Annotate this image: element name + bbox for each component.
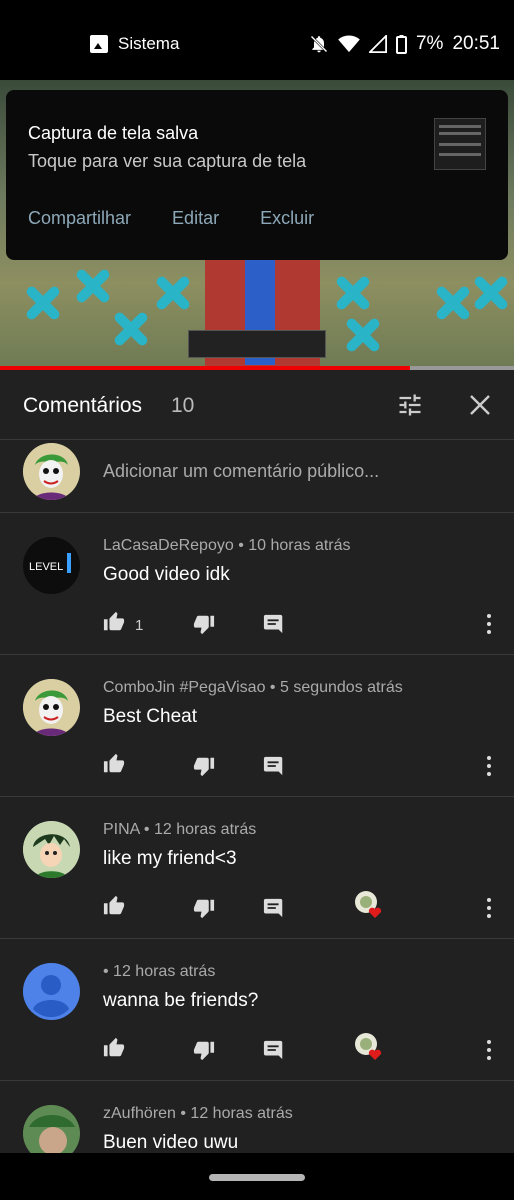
reply-icon[interactable] xyxy=(263,613,285,635)
creator-heart-icon xyxy=(355,891,382,918)
battery-percent: 7% xyxy=(415,33,444,54)
add-comment-row[interactable]: Adicionar um comentário público... xyxy=(0,440,514,513)
more-options-icon[interactable] xyxy=(479,613,499,635)
comments-header: Comentários 10 xyxy=(0,370,514,440)
comment-meta: • 12 horas atrás xyxy=(103,963,216,980)
comment-text: Good video idk xyxy=(103,564,230,585)
svg-text:LEVEL: LEVEL xyxy=(29,561,63,573)
avatar[interactable]: LEVEL xyxy=(23,537,80,594)
notification-subtitle: Toque para ver sua captura de tela xyxy=(28,151,307,171)
comment-meta: LaCasaDeRepoyo • 10 horas atrás xyxy=(103,537,351,554)
bell-off-icon xyxy=(310,35,328,53)
comment-meta: PINA • 12 horas atrás xyxy=(103,821,257,838)
more-options-icon[interactable] xyxy=(479,897,499,919)
thumbs-up-icon[interactable] xyxy=(103,895,125,917)
more-options-icon[interactable] xyxy=(479,755,499,777)
navigation-bar xyxy=(0,1153,514,1200)
more-options-icon[interactable] xyxy=(479,1039,499,1061)
share-button[interactable]: Compartilhar xyxy=(28,208,131,229)
reply-icon[interactable] xyxy=(263,1039,285,1061)
comment-actions xyxy=(103,1033,503,1065)
game-tile xyxy=(20,280,66,326)
reply-icon[interactable] xyxy=(263,755,285,777)
avatar[interactable] xyxy=(23,679,80,736)
delete-button[interactable]: Excluir xyxy=(260,208,314,229)
comment-item: LEVEL LaCasaDeRepoyo • 10 horas atrás Go… xyxy=(0,513,514,655)
thumbs-down-icon[interactable] xyxy=(193,755,215,777)
comments-title: Comentários xyxy=(23,394,143,417)
comment-text: Buen video uwu xyxy=(103,1132,239,1153)
status-left: Sistema xyxy=(90,34,179,54)
screenshot-thumbnail[interactable] xyxy=(434,118,486,170)
thumbs-up-icon[interactable] xyxy=(103,753,125,775)
status-right: 7% 20:51 xyxy=(309,33,500,55)
comment-item: • 12 horas atrás wanna be friends? xyxy=(0,939,514,1081)
comment-text: like my friend<3 xyxy=(103,848,237,869)
creator-heart-icon xyxy=(355,1033,382,1060)
game-tile xyxy=(108,306,154,352)
comment-actions: 1 xyxy=(103,611,503,639)
wifi-icon xyxy=(338,35,360,53)
comment-item: zAufhören • 12 horas atrás Buen video uw… xyxy=(0,1081,514,1153)
game-tile xyxy=(340,312,386,358)
sort-filter-icon[interactable] xyxy=(396,391,424,419)
comment-meta: zAufhören • 12 horas atrás xyxy=(103,1105,293,1122)
avatar[interactable] xyxy=(23,821,80,878)
comment-item: PINA • 12 horas atrás like my friend<3 xyxy=(0,797,514,939)
comment-item: ComboJin #PegaVisao • 5 segundos atrás B… xyxy=(0,655,514,797)
comment-text: wanna be friends? xyxy=(103,990,259,1011)
thumbs-up-icon[interactable] xyxy=(103,611,125,633)
comment-text: Best Cheat xyxy=(103,706,197,727)
status-app-label: Sistema xyxy=(118,34,180,53)
home-gesture-handle[interactable] xyxy=(209,1174,305,1181)
signal-icon xyxy=(368,35,387,53)
thumbs-down-icon[interactable] xyxy=(193,897,215,919)
game-tile xyxy=(330,270,376,316)
comment-meta: ComboJin #PegaVisao • 5 segundos atrás xyxy=(103,679,403,696)
comments-count: 10 xyxy=(171,394,195,417)
notification-title: Captura de tela salva xyxy=(28,123,199,143)
game-tile xyxy=(468,270,514,316)
add-comment-input[interactable]: Adicionar um comentário público... xyxy=(103,461,379,482)
thumbs-up-icon[interactable] xyxy=(103,1037,125,1059)
game-tile xyxy=(70,263,116,309)
comment-actions xyxy=(103,891,503,923)
game-tile xyxy=(150,270,196,316)
reply-icon[interactable] xyxy=(263,897,285,919)
comment-actions xyxy=(103,753,503,781)
thumbs-down-icon[interactable] xyxy=(193,613,215,635)
battery-icon xyxy=(395,34,407,54)
like-count: 1 xyxy=(135,617,144,634)
clock: 20:51 xyxy=(452,33,500,54)
edit-button[interactable]: Editar xyxy=(172,208,219,229)
status-bar: Sistema 7% 20:51 xyxy=(0,0,514,80)
avatar[interactable] xyxy=(23,963,80,1020)
notification-actions: Compartilhar Editar Excluir xyxy=(28,208,314,229)
comments-panel: Comentários 10 Adicionar um comentário p… xyxy=(0,370,514,1153)
image-icon xyxy=(90,35,108,53)
avatar[interactable] xyxy=(23,1105,80,1153)
close-icon[interactable] xyxy=(468,393,492,417)
thumbs-down-icon[interactable] xyxy=(193,1039,215,1061)
game-hotbar xyxy=(188,330,326,358)
screenshot-notification[interactable]: Captura de tela salva Toque para ver sua… xyxy=(6,90,508,260)
avatar xyxy=(23,443,80,500)
